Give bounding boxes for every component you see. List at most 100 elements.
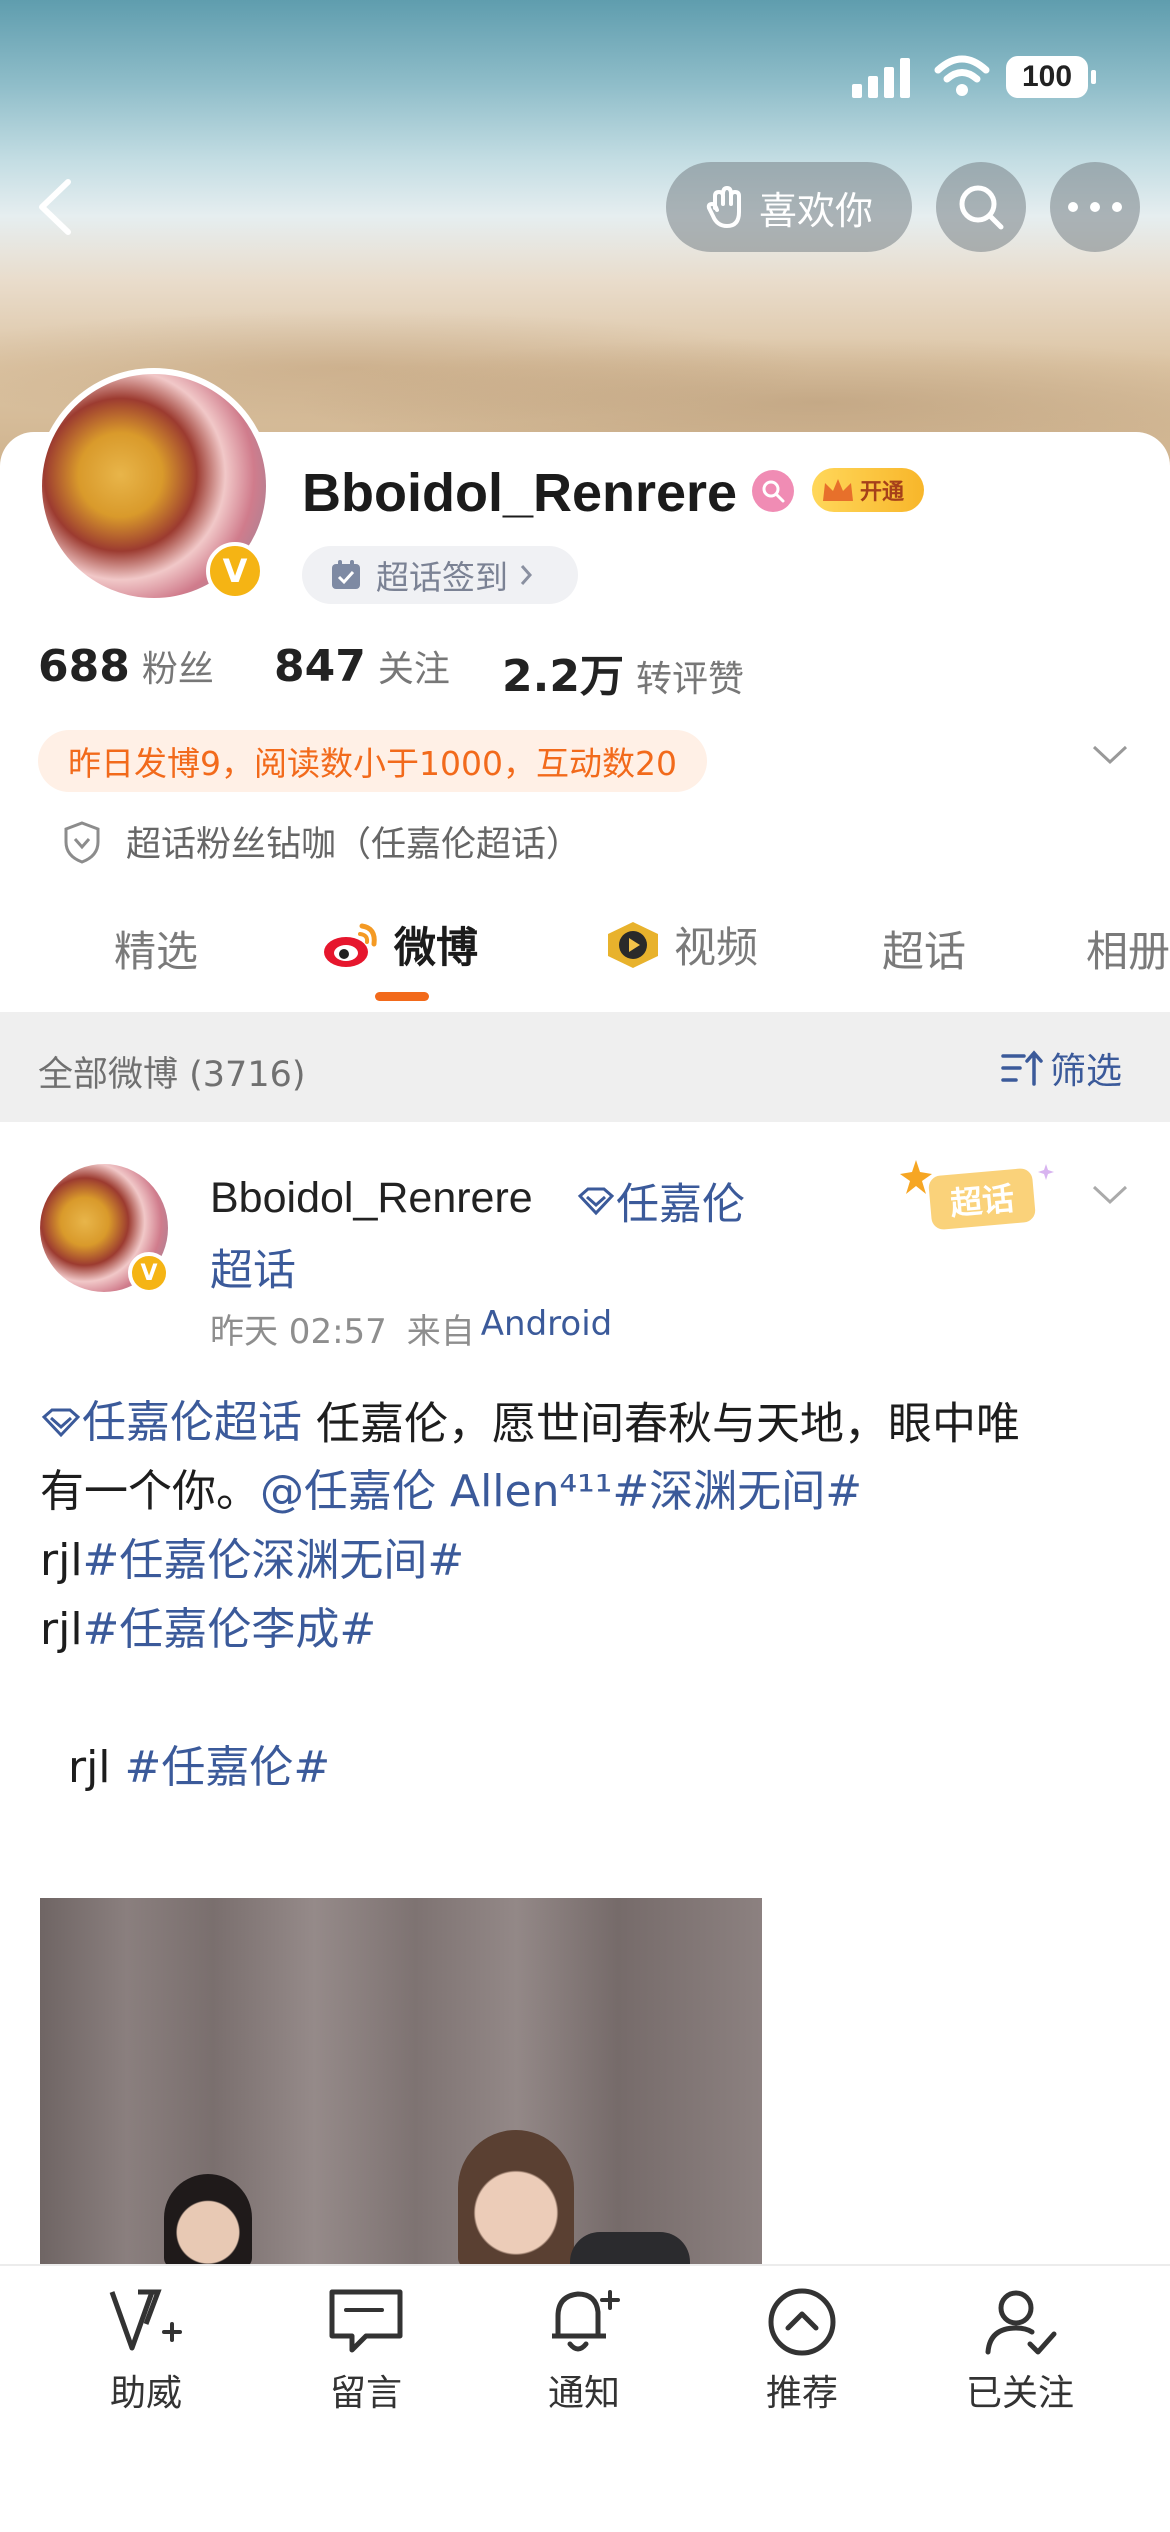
bottom-nav-label: 留言 [329, 2373, 402, 2414]
battery-icon: 100 [1006, 56, 1088, 98]
post-supertopic-tag: 任嘉伦 [616, 1180, 745, 1230]
post-supertopic-tag-line2[interactable]: 超话 [210, 1236, 296, 1298]
stat-value: 688 [38, 641, 130, 692]
message-icon [326, 2286, 406, 2358]
stat-value: 2.2万 [502, 651, 624, 702]
body-supertopic-link[interactable]: 任嘉伦超话 [40, 1388, 302, 1457]
tab-weibo[interactable]: 微博 [322, 914, 478, 975]
bell-plus-icon [544, 2286, 624, 2358]
body-supertopic-label: 任嘉伦超话 [82, 1397, 302, 1448]
verified-badge-icon: V [206, 542, 264, 600]
bottom-nav-label: 助威 [109, 2373, 182, 2414]
bottom-nav-cheer[interactable]: 助威 [66, 2286, 226, 2416]
bottom-nav-label: 通知 [547, 2373, 620, 2414]
tab-supertopic[interactable]: 超话 [882, 918, 966, 979]
tab-featured[interactable]: 精选 [114, 918, 198, 979]
tab-video[interactable]: 视频 [604, 914, 758, 975]
calendar-check-icon [330, 559, 362, 591]
stat-interactions[interactable]: 2.2万 转评赞 [502, 640, 744, 704]
tab-label: 微博 [394, 923, 479, 972]
image-person-right-shoulder [570, 2232, 690, 2268]
tab-label: 视频 [674, 923, 759, 972]
more-button[interactable] [1050, 162, 1140, 252]
mention-link[interactable]: @任嘉伦 Allen⁴¹¹ [260, 1466, 612, 1517]
weibo-logo-icon [322, 920, 380, 970]
supertopic-sticker: 超话 [896, 1156, 1062, 1232]
crown-icon [820, 475, 856, 505]
body-text: 有一个你。 [40, 1466, 260, 1517]
post-meta: 昨天 02:57 来自 Android [210, 1304, 612, 1353]
filter-sort-icon [1000, 1048, 1044, 1088]
image-person-right [458, 2130, 574, 2268]
bottom-nav-notify[interactable]: 通知 [504, 2286, 664, 2416]
post-body-line1: 任嘉伦超话 任嘉伦，愿世间春秋与天地，眼中唯 [40, 1388, 1140, 1459]
supertopic-diamond-icon [40, 1407, 82, 1439]
expand-profile-button[interactable] [1090, 742, 1130, 768]
post-body-line4: rjl#任嘉伦李成# [40, 1595, 376, 1664]
vip-member-badge[interactable]: 开通 [812, 468, 924, 512]
bottom-nav-following[interactable]: 已关注 [940, 2286, 1100, 2416]
post-options-button[interactable] [1090, 1182, 1130, 1208]
video-badge-icon [604, 920, 662, 970]
supertopic-search-badge-icon[interactable] [752, 470, 794, 512]
search-button[interactable] [936, 162, 1026, 252]
user-check-icon [980, 2286, 1060, 2358]
post-body-line5: rjl #任嘉伦# [40, 1664, 330, 1802]
hand-wave-icon [705, 184, 749, 230]
hashtag-link[interactable]: #任嘉伦# [125, 1742, 331, 1793]
stat-followers[interactable]: 688 粉丝 [38, 640, 214, 692]
image-person-left [164, 2174, 252, 2268]
chevron-down-icon [1092, 745, 1128, 765]
cheer-v-icon [106, 2286, 186, 2358]
vip-member-badge-label: 开通 [860, 480, 905, 505]
hashtag-link[interactable]: #任嘉伦深渊无间# [83, 1535, 465, 1586]
bottom-nav-label: 推荐 [765, 2373, 838, 2414]
hashtag-link[interactable]: #任嘉伦李成# [83, 1604, 377, 1655]
search-icon [959, 185, 1004, 230]
back-button[interactable] [28, 172, 88, 242]
battery-cap [1091, 70, 1096, 84]
activity-summary-badge[interactable]: 昨日发博9，阅读数小于1000，互动数20 [38, 730, 707, 792]
stat-label: 粉丝 [141, 649, 214, 690]
post-image[interactable] [40, 1898, 762, 2268]
supertopic-checkin-label: 超话签到 [376, 558, 508, 597]
tab-label: 相册 [1086, 927, 1170, 976]
supertopic-diamond-icon [576, 1186, 616, 1216]
stat-label: 关注 [377, 649, 450, 690]
stat-following[interactable]: 847 关注 [274, 640, 450, 692]
like-button[interactable]: 喜欢你 [666, 162, 912, 252]
stat-label: 转评赞 [635, 659, 744, 700]
body-text: rjl [40, 1535, 83, 1586]
chevron-right-icon [518, 562, 534, 588]
tab-label: 超话 [882, 927, 967, 976]
profile-username: Bboidol_Renrere [302, 463, 738, 523]
fan-title-text: 超话粉丝钻咖（任嘉伦超话） [126, 825, 582, 865]
body-text: rjl [40, 1604, 83, 1655]
post-supertopic-link[interactable]: 任嘉伦 [576, 1170, 745, 1232]
filter-button[interactable]: 筛选 [1000, 1042, 1122, 1094]
shield-diamond-icon [62, 820, 102, 864]
filter-label: 筛选 [1050, 1051, 1123, 1092]
stat-value: 847 [274, 641, 366, 692]
chevron-down-icon [1092, 1185, 1128, 1205]
post-author-name[interactable]: Bboidol_Renrere [210, 1174, 533, 1223]
hashtag-link[interactable]: #深渊无间# [612, 1466, 862, 1517]
post-source[interactable]: Android [481, 1304, 612, 1353]
battery-level: 100 [1021, 60, 1073, 93]
like-button-label: 喜欢你 [758, 188, 873, 233]
tab-active-indicator [375, 992, 429, 1001]
supertopic-checkin-button[interactable]: 超话签到 [302, 546, 578, 604]
wifi-icon [934, 54, 990, 98]
recommend-up-icon [762, 2286, 842, 2358]
sticker-bubble: 超话 [927, 1167, 1037, 1231]
tab-label: 精选 [114, 927, 199, 976]
fan-title-row[interactable]: 超话粉丝钻咖（任嘉伦超话） [62, 816, 581, 867]
tab-album[interactable]: 相册 [1086, 918, 1170, 979]
bottom-nav-label: 已关注 [965, 2373, 1074, 2414]
bottom-nav-message[interactable]: 留言 [286, 2286, 446, 2416]
all-posts-count[interactable]: 全部微博 (3716) [38, 1046, 306, 1097]
bottom-nav-recommend[interactable]: 推荐 [722, 2286, 882, 2416]
body-text: rjl [67, 1742, 125, 1793]
more-dots-icon [1068, 202, 1122, 212]
cellular-signal-icon [852, 58, 914, 98]
